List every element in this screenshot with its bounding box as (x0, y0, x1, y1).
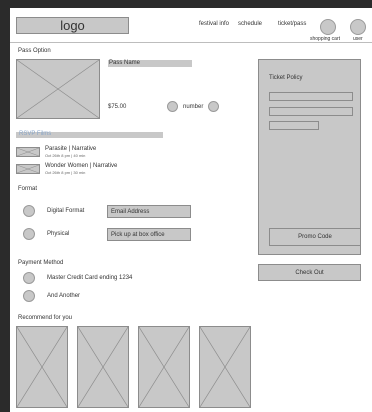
film-meta: Oct 26th 8 pm | 30 min (45, 170, 86, 175)
pass-option-heading: Pass Option (18, 48, 51, 54)
pass-name-bar: Pass Name (108, 60, 192, 67)
payment-radio-card[interactable] (23, 272, 35, 284)
shopping-cart-icon[interactable] (320, 19, 336, 35)
image-placeholder-icon (17, 165, 39, 173)
recommend-card[interactable] (199, 326, 251, 408)
pass-name: Pass Name (109, 60, 141, 66)
pass-price: $75.00 (108, 104, 127, 110)
format-radio-physical[interactable] (23, 228, 35, 240)
checkout-button[interactable]: Check Out (258, 264, 361, 281)
ticket-policy-panel: Ticket Policy Promo Code (258, 59, 361, 255)
payment-radio-another[interactable] (23, 290, 35, 302)
email-address-placeholder: Email Address (111, 209, 150, 215)
recommend-card[interactable] (16, 326, 68, 408)
header-divider (10, 42, 372, 43)
recommend-row (16, 326, 368, 408)
image-placeholder-icon (17, 148, 39, 156)
film-thumbnail[interactable] (16, 147, 40, 157)
pickup-field[interactable]: Pick up at box office (107, 228, 191, 241)
ticket-page: logo festival info schedule ticket/pass … (10, 8, 372, 412)
checkout-label: Check Out (295, 269, 324, 276)
logo-text: logo (60, 18, 85, 33)
recommend-card[interactable] (138, 326, 190, 408)
payment-option-another: And Another (47, 293, 81, 299)
quantity-decrease-button[interactable] (167, 101, 178, 112)
policy-line (269, 121, 319, 130)
number-label: number (183, 104, 204, 110)
format-label-physical: Physical (47, 231, 70, 237)
image-placeholder-icon (78, 327, 128, 407)
ticket-policy-title: Ticket Policy (269, 75, 303, 81)
film-meta: Oct 26th 8 pm | 40 min (45, 153, 86, 158)
pass-image-placeholder (16, 59, 100, 119)
payment-option-card: Master Credit Card ending 1234 (47, 275, 133, 281)
format-label-digital: Digital Format (47, 208, 85, 214)
promo-code-button[interactable]: Promo Code (269, 228, 361, 246)
format-radio-digital[interactable] (23, 205, 35, 217)
email-address-field[interactable]: Email Address (107, 205, 191, 218)
payment-method-heading: Payment Method (18, 260, 64, 266)
format-heading: Format (18, 186, 38, 192)
recommend-card[interactable] (77, 326, 129, 408)
recommend-heading: Recommend for you (18, 315, 73, 321)
logo[interactable]: logo (16, 17, 129, 34)
image-placeholder-icon (17, 60, 99, 118)
rsvp-films-heading: RSVP Films (19, 131, 52, 137)
image-placeholder-icon (17, 327, 67, 407)
user-icon[interactable] (350, 19, 366, 35)
policy-line (269, 92, 353, 101)
rsvp-films-bar: RSVP Films (16, 131, 163, 138)
nav-schedule[interactable]: schedule (238, 21, 262, 27)
film-title[interactable]: Wonder Women | Narrative (45, 163, 117, 169)
nav-ticket-pass[interactable]: ticket/pass (278, 21, 306, 27)
promo-code-label: Promo Code (298, 234, 332, 240)
pickup-value: Pick up at box office (111, 232, 165, 238)
film-title[interactable]: Parasite | Narrative (45, 146, 96, 152)
image-placeholder-icon (139, 327, 189, 407)
quantity-increase-button[interactable] (208, 101, 219, 112)
image-placeholder-icon (200, 327, 250, 407)
nav-festival-info[interactable]: festival info (199, 21, 229, 27)
policy-line (269, 107, 353, 116)
film-thumbnail[interactable] (16, 164, 40, 174)
